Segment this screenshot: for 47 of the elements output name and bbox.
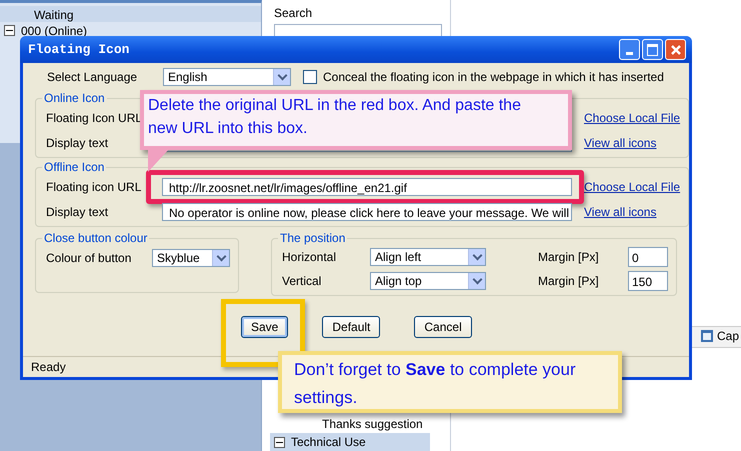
url-field[interactable]: http://lr.zoosnet.net/lr/images/offline_en21.gif — [162, 178, 572, 196]
maximize-button[interactable] — [642, 39, 663, 60]
field-label: Select Language — [47, 70, 138, 84]
checkbox-label: Conceal the floating icon in the webpage in which it has inserted — [323, 70, 664, 84]
window-icon — [700, 329, 714, 343]
group-title: Close button colour — [43, 231, 148, 245]
dialog-button[interactable]: Save — [241, 316, 288, 338]
field-label: Floating icon URL — [46, 180, 142, 194]
display-text-field[interactable]: No operator is online now, please click here to leave your message. We will — [162, 202, 572, 220]
margin-field[interactable]: 0 — [628, 247, 668, 267]
search-label: Search — [274, 6, 314, 20]
minimize-button[interactable] — [619, 39, 640, 60]
choose-file-link[interactable]: Choose Local File — [584, 180, 680, 194]
collapse-icon[interactable] — [274, 436, 285, 448]
margin-field[interactable]: 150 — [628, 271, 668, 291]
close-icon — [670, 44, 682, 56]
conceal-checkbox[interactable] — [303, 70, 317, 84]
dialog-button[interactable]: Cancel — [414, 316, 472, 338]
close-button[interactable] — [665, 39, 686, 60]
capture-button[interactable]: Cap — [698, 328, 741, 344]
field-label: Horizontal — [282, 250, 338, 264]
window-title: Floating Icon — [28, 42, 130, 57]
group-title: Online Icon — [43, 91, 106, 105]
colour-dropdown[interactable]: Skyblue — [152, 248, 230, 266]
group-title: The position — [279, 231, 346, 245]
field-label: Display text — [46, 204, 110, 218]
field-label: Margin [Px] — [538, 250, 600, 264]
field-label: Floating Icon URL — [46, 110, 144, 124]
dialog-button[interactable]: Default — [322, 316, 380, 338]
tree-item[interactable]: Waiting — [34, 8, 74, 22]
view-icons-link[interactable]: View all icons — [584, 204, 656, 218]
status-text: Ready — [31, 360, 66, 374]
group-title: Offline Icon — [43, 160, 106, 174]
tooltip-text: Delete the original URL in the red box. And paste the new URL into this box. — [148, 96, 522, 140]
list-item[interactable]: Thanks suggestion — [322, 417, 423, 431]
align-dropdown[interactable]: Align top — [370, 272, 486, 290]
view-icons-link[interactable]: View all icons — [584, 136, 656, 150]
tooltip-text: Don’t forget to Save to complete your settings. — [294, 359, 577, 410]
field-label: Colour of button — [46, 250, 132, 264]
field-label: Margin [Px] — [538, 274, 600, 288]
field-label: Display text — [46, 136, 110, 150]
collapse-icon[interactable] — [4, 25, 15, 36]
tree-item[interactable]: 000 (Online) — [21, 24, 88, 38]
language-dropdown[interactable]: English — [163, 68, 291, 86]
align-dropdown[interactable]: Align left — [370, 248, 486, 266]
field-label: Vertical — [282, 274, 322, 288]
choose-file-link[interactable]: Choose Local File — [584, 110, 680, 124]
